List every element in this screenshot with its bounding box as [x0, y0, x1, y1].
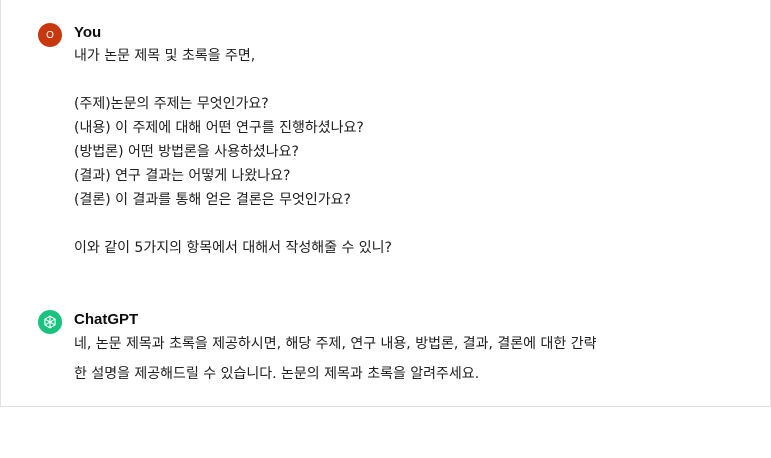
- message-line: 한 설명을 제공해드릴 수 있습니다. 논문의 제목과 초록을 알려주세요.: [74, 366, 480, 382]
- message-line: (내용) 이 주제에 대해 어떤 연구를 진행하셨나요?: [74, 120, 364, 136]
- openai-logo-icon: [38, 310, 62, 334]
- message-line: [74, 212, 750, 236]
- message-line: (주제)논문의 주제는 무엇인가요?: [74, 96, 269, 112]
- user-message: O You 내가 논문 제목 및 초록을 주면, (주제)논문의 주제는 무엇인…: [38, 22, 750, 260]
- message-line: (결론) 이 결과를 통해 얻은 결론은 무엇인가요?: [74, 192, 351, 208]
- message-line: (결과) 연구 결과는 어떻게 나왔나요?: [74, 168, 291, 184]
- user-message-text: 내가 논문 제목 및 초록을 주면, (주제)논문의 주제는 무엇인가요? (내…: [74, 44, 750, 260]
- user-author-name: You: [74, 24, 102, 41]
- user-avatar-initial: O: [46, 29, 54, 41]
- assistant-message-text: 네, 논문 제목과 초록을 제공하시면, 해당 주제, 연구 내용, 방법론, …: [74, 332, 750, 386]
- user-avatar: O: [38, 23, 62, 47]
- message-line: (방법론) 어떤 방법론을 사용하셨나요?: [74, 144, 299, 160]
- assistant-message: ChatGPT 네, 논문 제목과 초록을 제공하시면, 해당 주제, 연구 내…: [38, 309, 750, 386]
- chat-transcript: O You 내가 논문 제목 및 초록을 주면, (주제)논문의 주제는 무엇인…: [0, 0, 771, 407]
- message-line: 내가 논문 제목 및 초록을 주면,: [74, 48, 256, 64]
- openai-logo-svg: [44, 315, 56, 329]
- message-line: 이와 같이 5가지의 항목에서 대해서 작성해줄 수 있니?: [74, 240, 392, 256]
- message-line: 네, 논문 제목과 초록을 제공하시면, 해당 주제, 연구 내용, 방법론, …: [74, 336, 597, 352]
- assistant-author-name: ChatGPT: [74, 311, 139, 328]
- message-line: [74, 68, 750, 92]
